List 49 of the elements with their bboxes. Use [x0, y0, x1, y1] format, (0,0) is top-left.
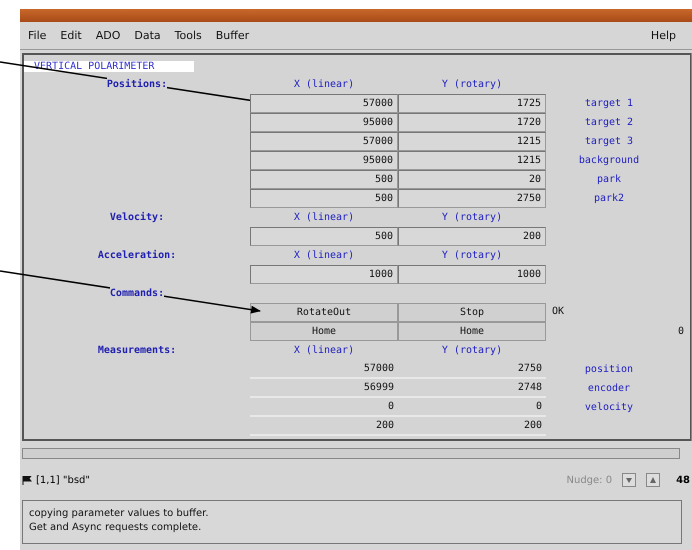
- command-button[interactable]: RotateOut: [250, 303, 398, 322]
- column-header: X (linear): [292, 344, 356, 358]
- row-label: park2: [592, 192, 626, 206]
- value-field[interactable]: 20: [398, 170, 546, 189]
- column-header: Y (rotary): [440, 211, 504, 225]
- down-button[interactable]: [622, 473, 636, 487]
- down-triangle-icon: [625, 476, 634, 484]
- column-header: Y (rotary): [440, 249, 504, 263]
- row-label: target 2: [584, 116, 634, 130]
- message-line: Get and Async requests complete.: [29, 521, 202, 535]
- menu-item[interactable]: File: [28, 29, 46, 42]
- row-label: position: [584, 363, 634, 377]
- command-button[interactable]: Stop: [398, 303, 546, 322]
- menu-item[interactable]: ADO: [96, 29, 120, 42]
- message-line: copying parameter values to buffer.: [29, 507, 210, 521]
- cell-indicator: [1,1] "bsd": [36, 474, 90, 486]
- command-button[interactable]: Home: [398, 322, 546, 341]
- row-label: encoder: [586, 382, 632, 396]
- row-label: velocity: [584, 401, 634, 415]
- value-field[interactable]: 500: [250, 227, 398, 246]
- value-field[interactable]: 200: [398, 227, 546, 246]
- status-text: 48: [676, 474, 690, 486]
- value-field[interactable]: 95000: [250, 151, 398, 170]
- menu-item[interactable]: Data: [134, 29, 161, 42]
- command-value: 0: [677, 325, 686, 339]
- menu-item[interactable]: Help: [650, 29, 676, 42]
- row-label: park: [596, 173, 622, 187]
- menu-item[interactable]: Edit: [60, 29, 82, 42]
- value-field[interactable]: 2750: [398, 189, 546, 208]
- value-field[interactable]: 1215: [398, 151, 546, 170]
- column-header: X (linear): [292, 249, 356, 263]
- flag-icon: [22, 476, 32, 484]
- column-header: X (linear): [292, 211, 356, 225]
- row-label: target 1: [584, 97, 634, 111]
- command-button[interactable]: Home: [250, 322, 398, 341]
- row-label: target 3: [584, 135, 634, 149]
- command-status: OK: [551, 305, 566, 319]
- value-field[interactable]: 1000: [398, 265, 546, 284]
- column-header: Y (rotary): [440, 344, 504, 358]
- up-triangle-icon: [649, 476, 658, 484]
- menu-item[interactable]: Tools: [174, 29, 202, 42]
- value-field[interactable]: 500: [250, 170, 398, 189]
- menu-item[interactable]: Buffer: [216, 29, 250, 42]
- value-field[interactable]: 1215: [398, 132, 546, 151]
- value-field[interactable]: 500: [250, 189, 398, 208]
- up-button[interactable]: [646, 473, 660, 487]
- nudge-label: Nudge: 0: [566, 474, 612, 486]
- row-label: background: [578, 154, 640, 168]
- value-field[interactable]: 1000: [250, 265, 398, 284]
